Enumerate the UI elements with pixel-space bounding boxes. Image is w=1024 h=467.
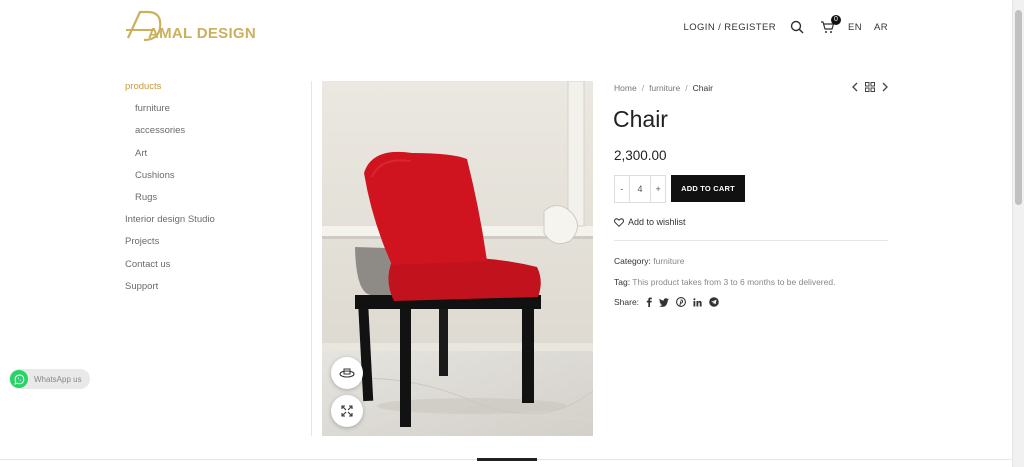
- sidebar-item-support[interactable]: Support: [125, 281, 215, 303]
- category-sidebar: products furniture accessories Art Cushi…: [125, 81, 215, 303]
- tag-value[interactable]: This product takes from 3 to 6 months to…: [632, 277, 835, 287]
- sidebar-item-accessories[interactable]: accessories: [125, 125, 215, 147]
- rotate-360-icon: [339, 368, 355, 378]
- sidebar-item-rugs[interactable]: Rugs: [125, 192, 215, 214]
- product-title: Chair: [613, 106, 668, 132]
- cart-icon[interactable]: 0: [818, 15, 841, 36]
- breadcrumb-home[interactable]: Home: [614, 83, 637, 93]
- lang-en-link[interactable]: EN: [848, 22, 862, 33]
- linkedin-icon[interactable]: [693, 297, 702, 307]
- sidebar-divider: [311, 81, 312, 436]
- sidebar-item-products[interactable]: products: [125, 81, 215, 103]
- breadcrumb: Home / furniture / Chair: [614, 83, 713, 93]
- sidebar-item-contact[interactable]: Contact us: [125, 259, 215, 281]
- breadcrumb-category[interactable]: furniture: [649, 83, 680, 93]
- page-scrollbar[interactable]: [1012, 0, 1024, 467]
- add-to-cart-button[interactable]: ADD TO CART: [671, 175, 745, 202]
- chevron-right-icon[interactable]: [881, 82, 889, 92]
- sidebar-item-furniture[interactable]: furniture: [125, 103, 215, 125]
- whatsapp-icon: [10, 370, 28, 388]
- wishlist-label: Add to wishlist: [628, 217, 686, 227]
- sidebar-item-art[interactable]: Art: [125, 148, 215, 170]
- category-meta: Category: furniture: [614, 256, 684, 266]
- qty-minus-button[interactable]: -: [615, 176, 629, 202]
- view-3d-button[interactable]: [331, 357, 363, 389]
- sidebar-item-interior-design[interactable]: Interior design Studio: [125, 214, 215, 236]
- share-label: Share:: [614, 297, 640, 307]
- product-nav: [851, 82, 889, 92]
- sidebar-item-cushions[interactable]: Cushions: [125, 170, 215, 192]
- qty-input[interactable]: 4: [628, 176, 652, 202]
- active-tab-indicator: [477, 458, 537, 461]
- lang-ar-link[interactable]: AR: [874, 22, 888, 33]
- facebook-icon[interactable]: [646, 297, 652, 307]
- wishlist-link[interactable]: Add to wishlist: [614, 217, 686, 227]
- quantity-stepper: - 4 +: [614, 175, 666, 203]
- qty-plus-button[interactable]: +: [651, 176, 665, 202]
- category-label: Category:: [614, 256, 651, 266]
- breadcrumb-current: Chair: [692, 83, 713, 93]
- whatsapp-label: WhatsApp us: [34, 374, 82, 384]
- scrollbar-thumb[interactable]: [1015, 10, 1022, 205]
- share-row: Share:: [614, 297, 719, 307]
- tag-meta: Tag: This product takes from 3 to 6 mont…: [614, 277, 835, 287]
- details-divider: [614, 240, 888, 241]
- login-register-link[interactable]: LOGIN / REGISTER: [684, 22, 776, 33]
- zoom-button[interactable]: [331, 395, 363, 427]
- pinterest-icon[interactable]: [676, 297, 686, 307]
- logo-text: AMAL DESIGN: [148, 25, 257, 42]
- header-actions: LOGIN / REGISTER 0 EN AR: [684, 15, 888, 36]
- tag-label: Tag:: [614, 277, 631, 287]
- cart-count-badge: 0: [831, 15, 841, 25]
- twitter-icon[interactable]: [659, 297, 670, 307]
- heart-icon: [614, 217, 624, 227]
- sidebar-item-projects[interactable]: Projects: [125, 236, 215, 258]
- whatsapp-button[interactable]: WhatsApp us: [9, 369, 90, 389]
- search-icon[interactable]: [788, 18, 806, 36]
- expand-icon: [341, 405, 353, 417]
- product-image[interactable]: [322, 81, 593, 436]
- grid-icon[interactable]: [865, 82, 875, 92]
- telegram-icon[interactable]: [709, 297, 719, 307]
- product-price: 2,300.00: [614, 148, 667, 163]
- chevron-left-icon[interactable]: [851, 82, 859, 92]
- category-link[interactable]: furniture: [653, 256, 684, 266]
